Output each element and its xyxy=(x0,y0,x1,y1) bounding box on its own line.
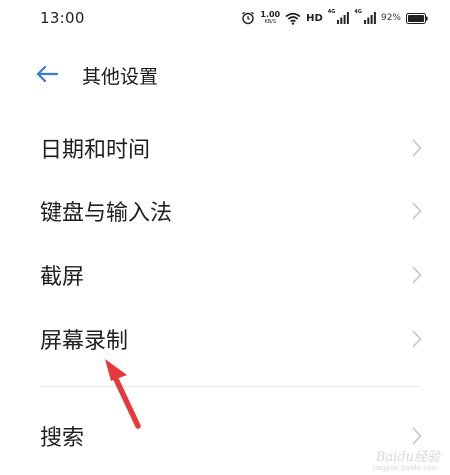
battery-percent: 92% xyxy=(380,13,401,23)
settings-item-label: 日期和时间 xyxy=(40,138,151,163)
signal-bars-icon xyxy=(363,12,376,24)
chevron-right-icon xyxy=(412,427,422,445)
wifi-icon xyxy=(285,12,301,25)
speed-value: 1.00 xyxy=(260,10,281,19)
chevron-right-icon xyxy=(412,139,422,157)
back-arrow-icon[interactable] xyxy=(36,64,60,84)
cell-signal-1: 4G xyxy=(327,9,350,24)
speed-unit: KB/S xyxy=(264,19,277,25)
chevron-right-icon xyxy=(412,330,422,348)
chevron-right-icon xyxy=(412,202,422,220)
signal1-label: 4G xyxy=(327,9,336,15)
network-speed: 1.00 KB/S xyxy=(260,10,281,26)
settings-item-screenshot[interactable]: 截屏 xyxy=(0,245,450,305)
settings-item-screen-recording[interactable]: 屏幕录制 xyxy=(0,309,450,369)
status-icons: 1.00 KB/S HD 4G 4G 92% xyxy=(241,8,428,28)
settings-item-label: 搜索 xyxy=(40,426,85,451)
hd-label: HD xyxy=(306,12,323,24)
page-title: 其他设置 xyxy=(82,66,159,88)
section-divider xyxy=(40,386,420,387)
settings-item-keyboard-input[interactable]: 键盘与输入法 xyxy=(0,181,450,241)
status-time: 13:00 xyxy=(40,9,85,27)
signal-bars-icon xyxy=(337,12,350,24)
chevron-right-icon xyxy=(412,266,422,284)
status-bar: 13:00 1.00 KB/S HD 4G 4G 92% xyxy=(0,0,450,36)
alarm-icon xyxy=(241,11,255,25)
settings-item-label: 截屏 xyxy=(40,265,85,290)
header-bar: 其他设置 xyxy=(0,50,450,96)
cell-signal-2: 4G xyxy=(354,9,376,24)
settings-item-search[interactable]: 搜索 xyxy=(0,406,450,466)
settings-item-date-time[interactable]: 日期和时间 xyxy=(0,118,450,178)
settings-item-label: 键盘与输入法 xyxy=(40,201,173,226)
battery-icon xyxy=(406,12,428,24)
signal2-label: 4G xyxy=(354,9,362,15)
settings-item-label: 屏幕录制 xyxy=(40,329,129,354)
